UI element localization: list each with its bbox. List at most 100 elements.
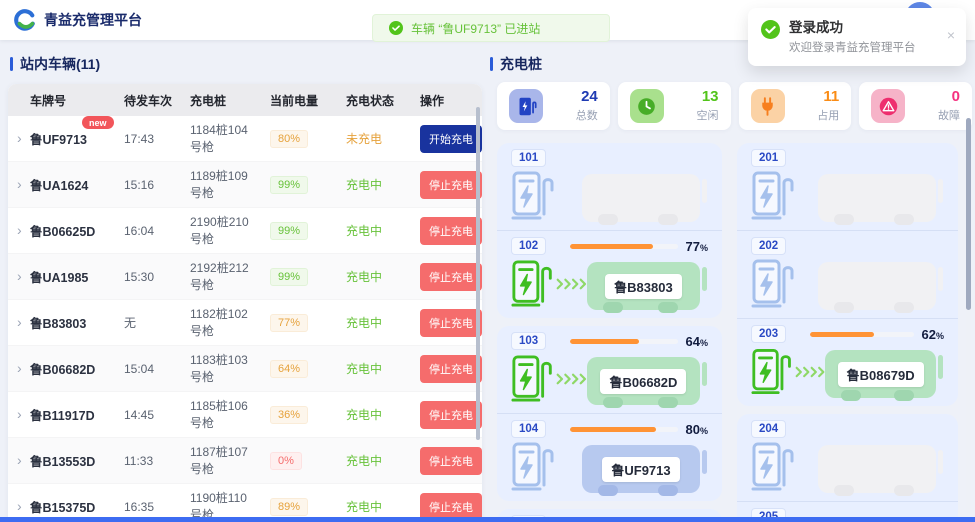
stat-value: 11: [817, 89, 839, 106]
battery-badge: 36%: [270, 406, 308, 424]
charging-slot: 102 77% 鲁B83803: [497, 230, 722, 318]
battery-badge: 77%: [270, 314, 308, 332]
new-badge: new: [82, 116, 114, 129]
table-row: ›鲁UF9713new17:431184桩104号枪80%未充电开始充电: [8, 116, 482, 162]
row-expand-icon[interactable]: ›: [17, 360, 22, 376]
bus-plate: 鲁UF9713: [602, 457, 679, 482]
pile-card: 204205: [737, 414, 958, 522]
battery-progress-bar: [570, 244, 677, 249]
next-trip-time: 15:16: [124, 178, 190, 192]
vehicle-plate: 鲁UF9713: [30, 133, 87, 147]
stop-charge-button[interactable]: 停止充电: [420, 401, 482, 429]
charge-status: 充电中: [346, 222, 420, 239]
gun-number-badge: 202: [751, 237, 786, 255]
row-expand-icon[interactable]: ›: [17, 268, 22, 284]
row-expand-icon[interactable]: ›: [17, 130, 22, 146]
next-trip-time: 17:43: [124, 132, 190, 146]
gun-number-badge: 203: [751, 325, 786, 343]
row-expand-icon[interactable]: ›: [17, 406, 22, 422]
vehicle-plate: 鲁B15375D: [30, 501, 95, 515]
bus-plate: 鲁B08679D: [838, 362, 924, 387]
vehicle-plate: 鲁UA1624: [30, 179, 88, 193]
stat-label: 空闲: [697, 107, 719, 123]
charging-pile-icon: [511, 441, 555, 493]
close-icon[interactable]: ×: [947, 28, 955, 42]
stop-charge-button[interactable]: 停止充电: [420, 263, 482, 291]
stop-charge-button[interactable]: 停止充电: [420, 217, 482, 245]
charge-status: 充电中: [346, 452, 420, 469]
stat-value: 24: [576, 89, 598, 106]
battery-percent: 80%: [686, 422, 708, 437]
table-row: ›鲁B11917D14:451185桩106号枪36%充电中停止充电: [8, 392, 482, 438]
charge-status: 未充电: [346, 130, 420, 147]
vehicles-section-title: 站内车辆(11): [10, 54, 100, 74]
charging-slot: 101: [497, 143, 722, 230]
row-expand-icon[interactable]: ›: [17, 498, 22, 514]
charging-slot: 201: [737, 143, 958, 230]
charging-pile-icon: [751, 258, 795, 310]
table-header-row: 车牌号待发车次充电桩当前电量充电状态操作: [8, 84, 482, 116]
charging-pile-icon: [751, 170, 795, 222]
next-trip-time: 16:04: [124, 224, 190, 238]
row-expand-icon[interactable]: ›: [17, 452, 22, 468]
vehicle-plate: 鲁B06682D: [30, 363, 95, 377]
stop-charge-button[interactable]: 停止充电: [420, 355, 482, 383]
gun-number-badge: 103: [511, 332, 546, 350]
vehicle-plate: 鲁B11917D: [30, 409, 95, 423]
battery-badge: 80%: [270, 130, 308, 148]
next-trip-time: 14:45: [124, 408, 190, 422]
start-charge-button[interactable]: 开始充电: [420, 125, 482, 153]
column-header: 充电桩: [190, 92, 270, 109]
pile-gun-name: 1183桩103号枪: [190, 352, 270, 386]
row-expand-icon[interactable]: ›: [17, 222, 22, 238]
pile-stat-card: 0故障: [859, 82, 972, 130]
bus-plate: 鲁B83803: [605, 274, 682, 299]
pile-column-1: 10110277%鲁B8380310364%鲁B06682D10480%鲁UF9…: [497, 143, 722, 522]
clock-icon: [636, 96, 657, 117]
pile-stat-card: 24总数: [497, 82, 610, 130]
gun-number-badge: 102: [511, 237, 546, 255]
table-row: ›鲁B06625D16:042190桩210号枪99%充电中停止充电: [8, 208, 482, 254]
table-row: ›鲁UA162415:161189桩109号枪99%充电中停止充电: [8, 162, 482, 208]
pile-gun-name: 1187桩107号枪: [190, 444, 270, 478]
table-scrollbar[interactable]: [476, 107, 480, 440]
stop-charge-button[interactable]: 停止充电: [420, 447, 482, 475]
battery-badge: 0%: [270, 452, 302, 470]
pile-card: 101 102 77% 鲁B83803: [497, 143, 722, 318]
vehicle-plate: 鲁UA1985: [30, 271, 88, 285]
battery-badge: 99%: [270, 176, 308, 194]
charge-status: 充电中: [346, 314, 420, 331]
pile-stats-row: 24总数13空闲11占用0故障: [497, 82, 972, 130]
battery-badge: 89%: [270, 498, 308, 516]
title-accent-bar: [10, 57, 13, 71]
station-entry-toast: 车辆 “鲁UF9713” 已进站: [372, 14, 610, 42]
bus-plate: 鲁B06682D: [600, 369, 686, 394]
row-expand-icon[interactable]: ›: [17, 176, 22, 192]
vehicles-table: 车牌号待发车次充电桩当前电量充电状态操作 › 鲁UF9713 new 17:43 118…: [8, 84, 482, 522]
gun-number-badge: 104: [511, 420, 546, 438]
stat-value: 0: [938, 89, 960, 106]
charging-pile-icon: [511, 258, 553, 310]
pile-card: 10364%鲁B06682D10480%鲁UF9713: [497, 326, 722, 501]
success-check-icon: [389, 21, 403, 35]
next-trip-time: 11:33: [124, 454, 190, 468]
app-title: 青益充管理平台: [44, 10, 142, 30]
battery-percent: 77%: [686, 239, 708, 254]
login-toast: 登录成功 欢迎登录青益充管理平台 ×: [748, 8, 966, 66]
stop-charge-button[interactable]: 停止充电: [420, 171, 482, 199]
bus-graphic: 鲁UF9713: [582, 445, 700, 493]
stop-charge-button[interactable]: 停止充电: [420, 309, 482, 337]
charging-pile-icon: [511, 170, 555, 222]
charging-station-icon: [516, 96, 537, 117]
stat-label: 总数: [576, 107, 598, 123]
station-entry-toast-text: 车辆 “鲁UF9713” 已进站: [411, 20, 540, 37]
charging-slot: 204: [737, 414, 958, 501]
piles-scrollbar-thumb[interactable]: [966, 118, 971, 310]
pile-gun-name: 2190桩210号枪: [190, 214, 270, 248]
next-trip-time: 无: [124, 314, 190, 331]
piles-scrollbar-track[interactable]: [966, 118, 971, 514]
row-expand-icon[interactable]: ›: [17, 314, 22, 330]
next-trip-time: 15:30: [124, 270, 190, 284]
gun-number-badge: 101: [511, 149, 546, 167]
vehicle-plate: 鲁B13553D: [30, 455, 95, 469]
